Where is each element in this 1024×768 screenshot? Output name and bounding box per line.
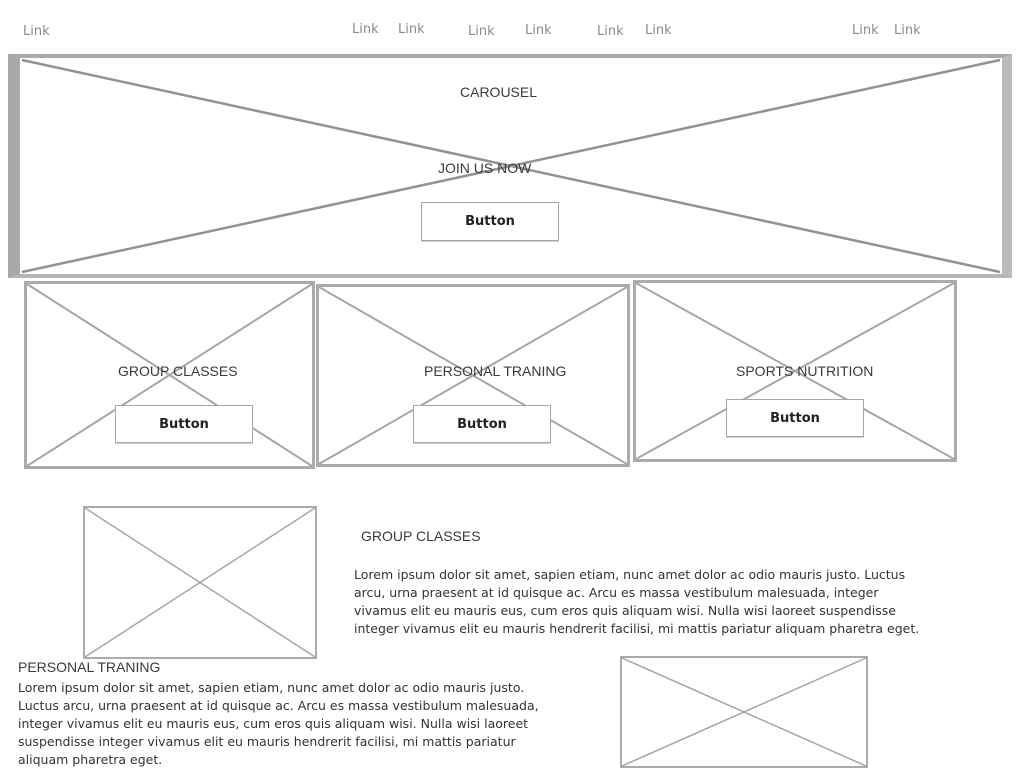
nav-link-2[interactable]: Link [352, 22, 379, 38]
card-title-group-classes: GROUP CLASSES [118, 363, 238, 379]
nav-link-3[interactable]: Link [398, 22, 425, 38]
nav-link-6[interactable]: Link [597, 24, 624, 40]
sports-nutrition-button[interactable]: Button [726, 399, 864, 437]
card-title-sports-nutrition: SPORTS NUTRITION [736, 363, 874, 379]
card-title-personal-training: PERSONAL TRANING [424, 363, 567, 379]
cta-heading: JOIN US NOW [438, 160, 532, 176]
nav-link-7[interactable]: Link [645, 23, 672, 39]
personal-training-image-placeholder [620, 656, 868, 768]
nav-link-4[interactable]: Link [468, 24, 495, 40]
personal-training-button[interactable]: Button [413, 405, 551, 443]
placeholder-x-icon [84, 507, 316, 658]
join-button[interactable]: Button [421, 202, 559, 241]
personal-training-description: Lorem ipsum dolor sit amet, sapien etiam… [18, 680, 539, 767]
personal-training-heading: PERSONAL TRANING [18, 659, 161, 675]
carousel-label: CAROUSEL [460, 84, 538, 100]
group-classes-description: Lorem ipsum dolor sit amet, sapien etiam… [354, 567, 920, 636]
group-classes-button[interactable]: Button [115, 405, 253, 443]
placeholder-x-icon [621, 657, 867, 767]
nav-link-5[interactable]: Link [525, 23, 552, 39]
nav-link-1[interactable]: Link [23, 24, 50, 40]
group-classes-heading: GROUP CLASSES [361, 528, 481, 544]
nav-link-8[interactable]: Link [852, 23, 879, 39]
nav-link-9[interactable]: Link [894, 23, 921, 39]
group-classes-image-placeholder [83, 506, 317, 659]
